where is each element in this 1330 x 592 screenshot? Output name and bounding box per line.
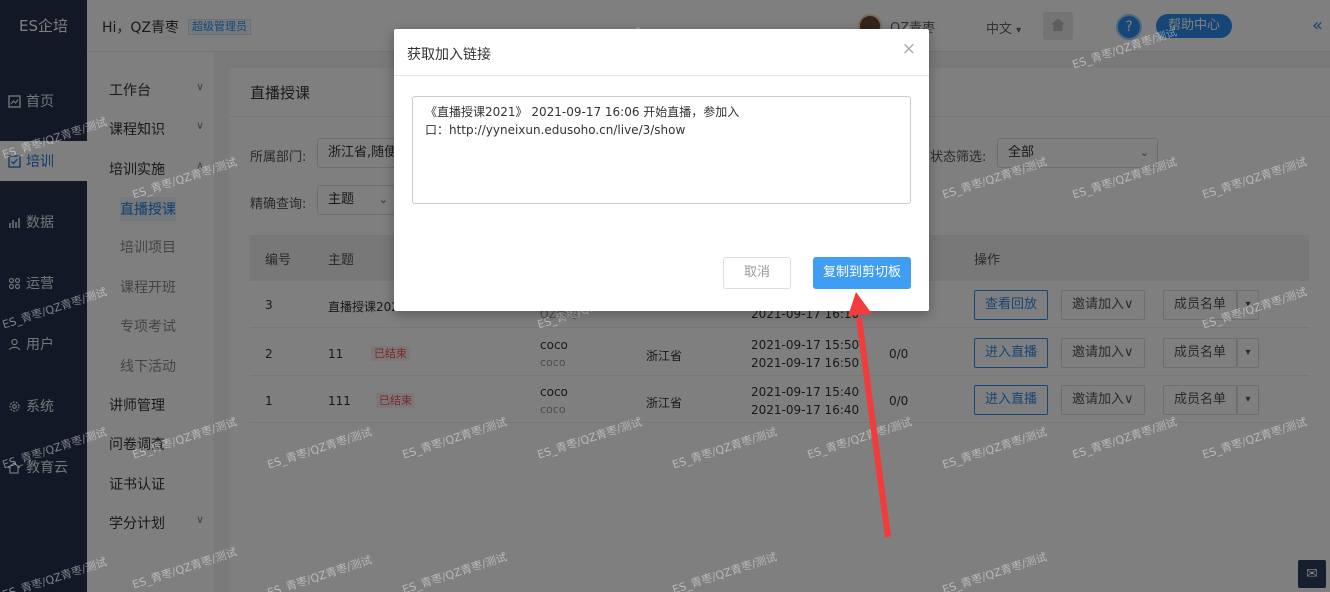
- modal-title: 获取加入链接: [407, 47, 491, 63]
- copy-to-clipboard-button[interactable]: 复制到剪切板: [813, 257, 911, 289]
- get-join-link-modal: 获取加入链接 × 《直播授课2021》 2021-09-17 16:06 开始直…: [394, 29, 929, 311]
- cancel-button[interactable]: 取消: [723, 257, 791, 289]
- close-icon[interactable]: ×: [902, 39, 916, 59]
- join-link-textarea[interactable]: 《直播授课2021》 2021-09-17 16:06 开始直播，参加入 口：h…: [412, 96, 911, 204]
- modal-header: 获取加入链接 ×: [394, 29, 929, 76]
